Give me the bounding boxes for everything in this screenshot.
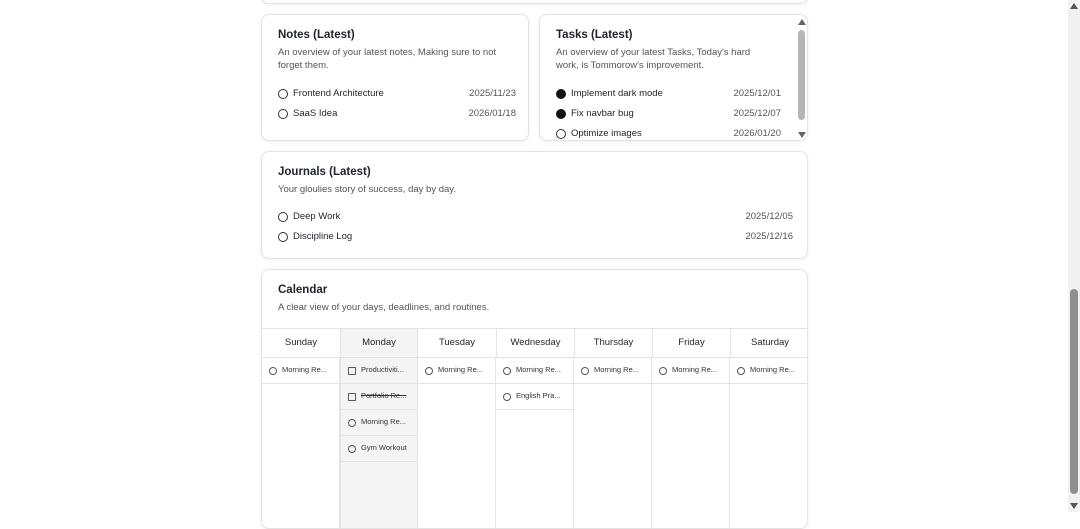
page-scrollbar-thumb[interactable] <box>1070 289 1078 494</box>
journal-label: Discipline Log <box>293 231 353 242</box>
event-label: Morning Re... <box>438 365 484 374</box>
calendar-event[interactable]: Morning Re... <box>652 358 729 384</box>
radio-checked-icon[interactable] <box>556 89 566 99</box>
scroll-down-arrow-icon[interactable] <box>798 132 806 138</box>
notes-title: Notes (Latest) <box>278 29 355 41</box>
tasks-description: An overview of your latest Tasks, Today'… <box>556 47 751 71</box>
task-date: 2026/01/20 <box>733 128 781 139</box>
event-label: Portfolio Re... <box>361 391 407 400</box>
calendar-event[interactable]: Productiviti... <box>341 358 417 384</box>
radio-icon[interactable] <box>556 129 566 139</box>
list-item[interactable]: Frontend Architecture 2025/11/23 <box>278 87 516 103</box>
radio-icon[interactable] <box>278 232 288 242</box>
note-label: SaaS Idea <box>293 108 338 119</box>
note-date: 2025/11/23 <box>469 88 516 99</box>
task-label: Optimize images <box>571 128 642 139</box>
notes-card: Notes (Latest) An overview of your lates… <box>261 14 529 141</box>
calendar-event[interactable]: English Pra... <box>496 384 573 410</box>
radio-checked-icon[interactable] <box>556 109 566 119</box>
calendar-event[interactable]: Morning Re... <box>496 358 573 384</box>
calendar-event-completed[interactable]: Portfolio Re... <box>341 384 417 410</box>
clock-icon <box>425 367 433 375</box>
event-label: Productiviti... <box>361 365 404 374</box>
task-label: Fix navbar bug <box>571 108 634 119</box>
top-card-remnant <box>261 0 808 4</box>
tasks-card: Tasks (Latest) An overview of your lates… <box>539 14 808 141</box>
event-label: Morning Re... <box>594 365 640 374</box>
calendar-column-monday: Productiviti... Portfolio Re... Morning … <box>340 358 418 528</box>
day-header-friday: Friday <box>652 328 730 358</box>
event-label: Morning Re... <box>750 365 796 374</box>
clock-icon <box>269 367 277 375</box>
journals-title: Journals (Latest) <box>278 166 371 178</box>
note-label: Frontend Architecture <box>293 88 384 99</box>
day-header-monday: Monday <box>340 328 418 358</box>
tasks-title: Tasks (Latest) <box>556 29 633 41</box>
calendar-event[interactable]: Morning Re... <box>341 410 417 436</box>
page-scrollbar[interactable] <box>1068 0 1080 512</box>
radio-icon[interactable] <box>278 109 288 119</box>
clock-icon <box>659 367 667 375</box>
list-item[interactable]: Deep Work 2025/12/05 <box>278 210 793 226</box>
tasks-scrollbar-thumb[interactable] <box>798 30 805 120</box>
calendar-column-friday: Morning Re... <box>652 358 730 528</box>
calendar-description: A clear view of your days, deadlines, an… <box>278 302 490 313</box>
event-label: English Pra... <box>516 391 561 400</box>
scroll-up-arrow-icon[interactable] <box>798 19 806 25</box>
list-item[interactable]: Discipline Log 2025/12/16 <box>278 230 793 246</box>
radio-icon[interactable] <box>278 212 288 222</box>
calendar-icon <box>348 367 356 375</box>
journals-description: Your gloulies story of success, day by d… <box>278 184 456 195</box>
list-item[interactable]: Implement dark mode 2025/12/01 <box>556 87 781 103</box>
clock-icon <box>503 393 511 401</box>
journals-card: Journals (Latest) Your gloulies story of… <box>261 151 808 259</box>
day-header-sunday: Sunday <box>262 328 340 358</box>
radio-icon[interactable] <box>278 89 288 99</box>
clock-icon <box>348 445 356 453</box>
calendar-title: Calendar <box>278 284 328 296</box>
event-label: Morning Re... <box>672 365 718 374</box>
day-header-wednesday: Wednesday <box>496 328 574 358</box>
list-item[interactable]: Optimize images 2026/01/20 <box>556 127 781 140</box>
scroll-up-arrow-icon[interactable] <box>1070 3 1078 9</box>
day-header-thursday: Thursday <box>574 328 652 358</box>
calendar-event[interactable]: Gym Workout <box>341 436 417 462</box>
calendar-event[interactable]: Morning Re... <box>574 358 651 384</box>
calendar-event[interactable]: Morning Re... <box>418 358 495 384</box>
clock-icon <box>503 367 511 375</box>
calendar-icon <box>348 393 356 401</box>
calendar-column-wednesday: Morning Re... English Pra... <box>496 358 574 528</box>
event-label: Morning Re... <box>516 365 562 374</box>
clock-icon <box>581 367 589 375</box>
event-label: Morning Re... <box>282 365 328 374</box>
list-item[interactable]: SaaS Idea 2026/01/18 <box>278 107 516 123</box>
calendar-column-sunday: Morning Re... <box>262 358 340 528</box>
clock-icon <box>348 419 356 427</box>
journal-date: 2025/12/05 <box>745 211 793 222</box>
journal-date: 2025/12/16 <box>745 231 793 242</box>
calendar-card: Calendar A clear view of your days, dead… <box>261 269 808 529</box>
calendar-event[interactable]: Morning Re... <box>730 358 807 384</box>
calendar-column-tuesday: Morning Re... <box>418 358 496 528</box>
event-label: Gym Workout <box>361 443 407 452</box>
clock-icon <box>737 367 745 375</box>
note-date: 2026/01/18 <box>468 108 516 119</box>
calendar-column-thursday: Morning Re... <box>574 358 652 528</box>
task-label: Implement dark mode <box>571 88 663 99</box>
day-header-tuesday: Tuesday <box>418 328 496 358</box>
task-date: 2025/12/01 <box>733 88 781 99</box>
day-header-saturday: Saturday <box>730 328 807 358</box>
list-item[interactable]: Fix navbar bug 2025/12/07 <box>556 107 781 123</box>
scroll-down-arrow-icon[interactable] <box>1070 503 1078 509</box>
notes-description: An overview of your latest notes, Making… <box>278 47 497 71</box>
task-date: 2025/12/07 <box>733 108 781 119</box>
calendar-event[interactable]: Morning Re... <box>262 358 339 384</box>
journal-label: Deep Work <box>293 211 341 222</box>
event-label: Morning Re... <box>361 417 407 426</box>
calendar-column-saturday: Morning Re... <box>730 358 807 528</box>
